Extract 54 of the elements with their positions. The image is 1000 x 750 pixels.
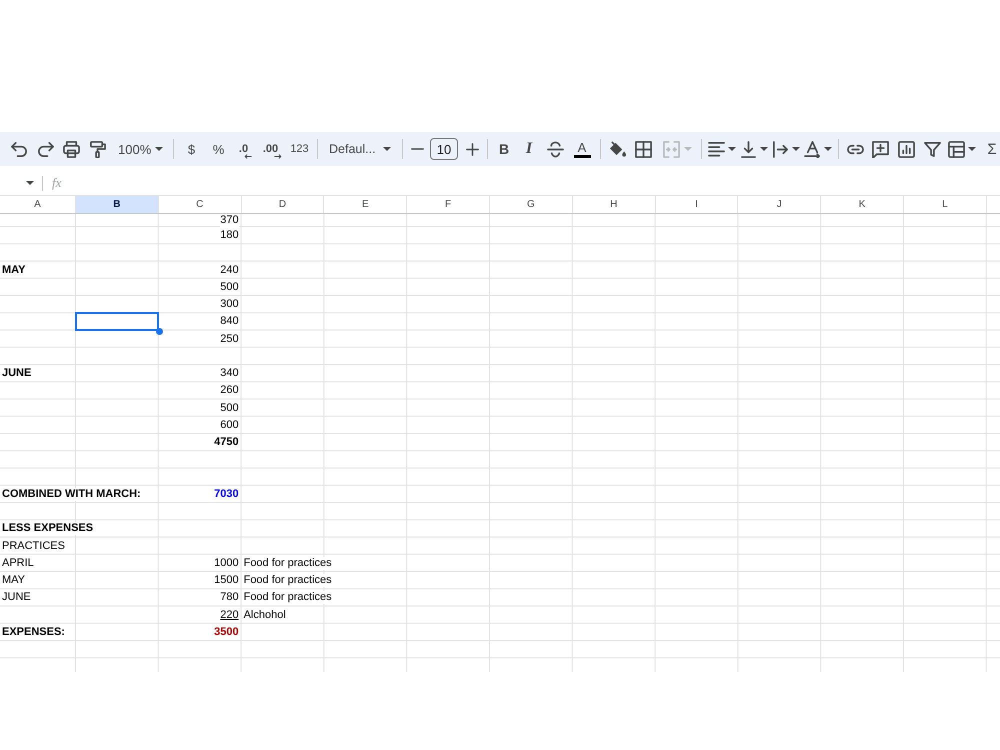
font-dropdown[interactable]: Defaul... xyxy=(323,136,397,162)
label-text: Food for practices xyxy=(244,591,332,604)
grid-icon xyxy=(634,140,652,158)
filter-icon xyxy=(924,140,940,158)
column-header[interactable]: I xyxy=(656,196,738,213)
brackets-arrows-icon xyxy=(662,140,680,158)
column-header[interactable]: C xyxy=(158,196,242,213)
table-icon xyxy=(948,140,965,158)
selected-cell[interactable] xyxy=(75,312,159,330)
column-header[interactable]: D xyxy=(242,196,324,213)
strikethrough-icon xyxy=(546,140,564,158)
column-header[interactable]: H xyxy=(572,196,656,213)
decrease-decimal-button[interactable]: .0 xyxy=(233,136,258,162)
zoom-dropdown[interactable]: 100% xyxy=(111,136,168,162)
bold-button[interactable]: B xyxy=(493,136,515,162)
column-header[interactable]: F xyxy=(407,196,490,213)
printer-icon xyxy=(62,140,80,158)
label-text: COMBINED WITH MARCH: xyxy=(2,488,141,501)
bar-arrow-icon xyxy=(772,140,789,158)
percent-button[interactable]: % xyxy=(206,136,231,162)
minus-icon xyxy=(410,148,424,150)
bar-chart-icon xyxy=(898,140,914,158)
column-header[interactable]: G xyxy=(490,196,573,213)
comment-plus-icon xyxy=(872,140,888,158)
label-text: Food for practices xyxy=(244,556,332,570)
column-header[interactable]: K xyxy=(821,196,904,213)
paint-bucket-icon xyxy=(608,140,626,158)
column-header[interactable]: B xyxy=(76,196,159,213)
left-arrow-icon xyxy=(244,154,252,159)
align-left-icon xyxy=(708,140,725,158)
redo-icon xyxy=(36,140,54,158)
number-format-button[interactable]: 123 xyxy=(287,136,312,162)
text-color-button[interactable]: A xyxy=(569,136,595,162)
column-header[interactable]: E xyxy=(324,196,408,213)
undo-icon xyxy=(10,140,28,158)
plus-icon xyxy=(466,142,478,156)
letter-arrow-icon xyxy=(804,140,821,158)
column-header[interactable]: L xyxy=(904,196,987,213)
right-arrow-icon xyxy=(274,154,282,159)
label-text: Food for practices xyxy=(244,574,332,588)
increase-decimal-button[interactable]: .00 xyxy=(260,136,285,162)
arrow-to-line-icon xyxy=(740,140,757,158)
label-text: LESS EXPENSES xyxy=(2,522,94,536)
italic-button[interactable]: I xyxy=(517,136,541,162)
currency-button[interactable]: $ xyxy=(179,136,204,162)
fill-handle-icon[interactable] xyxy=(156,328,163,334)
column-header[interactable]: J xyxy=(738,196,822,213)
font-size-field[interactable]: 10 xyxy=(430,138,458,160)
functions-button[interactable]: Σ xyxy=(980,136,1000,162)
amount-value: 370 xyxy=(220,214,239,227)
fx-label: fx xyxy=(52,175,62,191)
paint-roller-icon xyxy=(88,140,106,158)
color-swatch-icon xyxy=(574,154,590,158)
amount-value: 220 xyxy=(220,608,239,622)
